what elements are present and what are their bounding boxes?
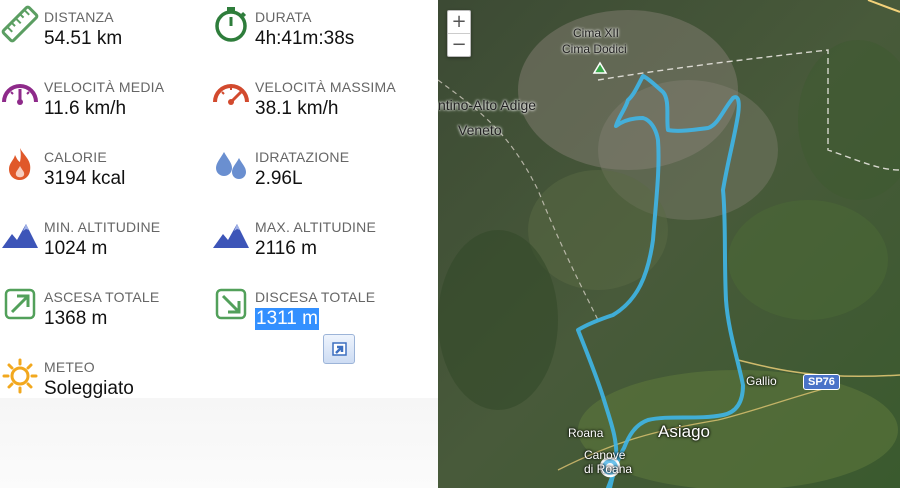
map-label-canove-1: Canove [584, 448, 626, 462]
satellite-terrain [438, 0, 900, 488]
stat-label: DISCESA TOTALE [255, 289, 376, 305]
mountain-icon [2, 224, 38, 248]
ruler-icon [1, 5, 39, 43]
map-label-gallio: Gallio [746, 374, 777, 388]
stat-label: MIN. ALTITUDINE [44, 219, 161, 235]
stat-value: 11.6 km/h [44, 98, 127, 119]
stat-label: DURATA [255, 9, 312, 25]
stat-calories: CALORIE 3194 kcal [0, 140, 210, 196]
map-label-veneto: Veneto [458, 122, 502, 138]
stopwatch-icon [215, 7, 247, 42]
map-label-canove-2: di Roana [584, 462, 633, 476]
stat-label: DISTANZA [44, 9, 114, 25]
stat-descent: DISCESA TOTALE 1311 m [211, 280, 421, 336]
speedometer-icon [2, 84, 38, 105]
stat-ascent: ASCESA TOTALE 1368 m [0, 280, 210, 336]
stat-avg-speed: VELOCITÀ MEDIA 11.6 km/h [0, 70, 210, 126]
map-label-asiago: Asiago [658, 422, 710, 441]
stat-value: 4h:41m:38s [255, 28, 355, 49]
stat-value: Soleggiato [44, 378, 134, 399]
arrow-up-right-icon [4, 288, 36, 320]
stat-max-altitude: MAX. ALTITUDINE 2116 m [211, 210, 421, 266]
stat-hydration: IDRATAZIONE 2.96L [211, 140, 421, 196]
stat-min-altitude: MIN. ALTITUDINE 1024 m [0, 210, 210, 266]
stat-value: 2.96L [255, 168, 303, 189]
water-drops-icon [216, 152, 246, 179]
map-label-peak-1: Cima XII [573, 26, 620, 40]
arrow-down-right-icon [215, 288, 247, 320]
stat-distance: DISTANZA 54.51 km [0, 0, 210, 56]
stat-duration: DURATA 4h:41m:38s [211, 0, 421, 56]
zoom-in-button[interactable]: + [448, 11, 470, 33]
stat-max-speed: VELOCITÀ MASSIMA 38.1 km/h [211, 70, 421, 126]
mountain-icon [213, 224, 249, 248]
stat-value: 38.1 km/h [255, 98, 339, 119]
stat-value[interactable]: 1311 m [255, 308, 319, 330]
open-external-icon [332, 342, 347, 356]
panel-fade [0, 398, 438, 488]
ride-stats-panel: DISTANZA 54.51 km DURATA 4h:41m:38s VELO… [0, 0, 438, 488]
zoom-control: + − [447, 10, 471, 57]
stat-label: METEO [44, 359, 95, 375]
flame-icon [9, 148, 31, 180]
stat-label: IDRATAZIONE [255, 149, 350, 165]
stat-label: VELOCITÀ MEDIA [44, 79, 165, 95]
stat-value: 2116 m [255, 238, 317, 259]
stat-value: 54.51 km [44, 28, 123, 49]
stat-value: 1024 m [44, 238, 108, 259]
stat-value: 3194 kcal [44, 168, 126, 189]
map-label-region: ntino-Alto Adige [438, 97, 537, 113]
copy-button[interactable] [323, 334, 355, 364]
sun-icon [2, 358, 38, 394]
stat-label: CALORIE [44, 149, 107, 165]
stat-label: ASCESA TOTALE [44, 289, 160, 305]
map-label-peak-2: Cima Dodici [562, 42, 627, 56]
stat-label: VELOCITÀ MASSIMA [255, 79, 396, 95]
route-map[interactable]: + − Cima XII Cima Dodici ntino-Alto Adig… [438, 0, 900, 488]
road-shield-sp76: SP76 [803, 374, 840, 390]
map-label-roana: Roana [568, 426, 604, 440]
speedometer-max-icon [213, 84, 249, 105]
zoom-out-button[interactable]: − [448, 34, 470, 56]
stat-label: MAX. ALTITUDINE [255, 219, 376, 235]
stat-value: 1368 m [44, 308, 108, 329]
